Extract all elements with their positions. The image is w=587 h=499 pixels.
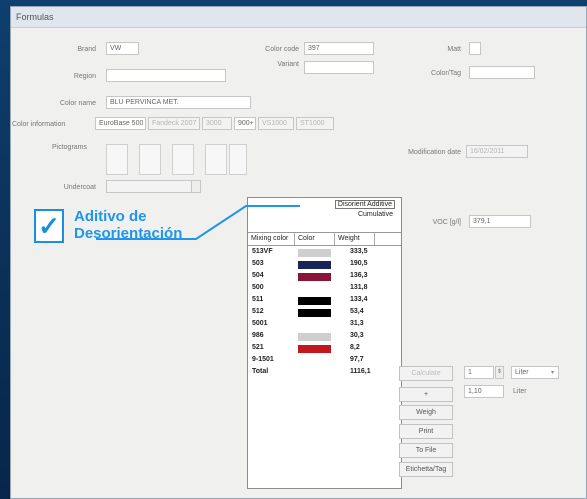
table-row[interactable]: 9-1501 97,7 [248, 356, 401, 366]
weight-value: 53,4 [350, 308, 364, 315]
unit-dropdown-arrow[interactable]: ▾ [551, 369, 554, 376]
result-field: 1,10 [464, 385, 504, 398]
mixing-color-code: 5001 [252, 320, 268, 327]
weight-value: 133,4 [350, 296, 368, 303]
pictogram-slot [229, 144, 247, 175]
color-tag-field[interactable] [469, 66, 535, 79]
mixing-color-code: 521 [252, 344, 264, 351]
matt-label: Matt [447, 46, 461, 53]
total-weight: 1116,1 [350, 368, 371, 375]
weigh-button[interactable]: Weigh [399, 405, 453, 420]
weight-value: 30,3 [350, 332, 364, 339]
mixing-color-code: 500 [252, 284, 264, 291]
weight-value: 136,3 [350, 272, 368, 279]
undercoat-field[interactable] [106, 180, 201, 193]
print-button[interactable]: Print [399, 424, 453, 439]
weight-value: 190,5 [350, 260, 368, 267]
table-row[interactable]: 504 136,3 [248, 272, 401, 282]
color-info-st1000: ST1000 [296, 117, 334, 130]
result-unit-label: Liter [513, 388, 527, 395]
file-tag-button[interactable]: Etichetta/Tag [399, 462, 453, 477]
color-info-fandeck: Fandeck 2007 [148, 117, 200, 130]
weight-value: 131,8 [350, 284, 368, 291]
modification-date-label: Modification date [408, 149, 461, 156]
mixing-color-code: 512 [252, 308, 264, 315]
pictograms-label: Pictograms [52, 144, 88, 151]
pictogram-slot [172, 144, 194, 175]
variant-field[interactable] [304, 61, 374, 74]
pictogram-slot [106, 144, 128, 175]
weight-value: 31,3 [350, 320, 364, 327]
mixing-color-code: 503 [252, 260, 264, 267]
pictogram-slot [139, 144, 161, 175]
weight-value: 97,7 [350, 356, 364, 363]
matt-field[interactable] [469, 42, 481, 55]
mixing-color-code: 9-1501 [252, 356, 274, 363]
color-info-vs1000: VS1000 [258, 117, 294, 130]
mixing-color-code: 504 [252, 272, 264, 279]
color-tag-label: Color/Tag [431, 70, 461, 77]
eco-additive-checkbox[interactable]: Disorient Additive [334, 200, 395, 209]
checkmark-icon: ✓ [34, 209, 64, 243]
variant-label: Variant [277, 61, 299, 68]
table-row[interactable]: 5001 31,3 [248, 320, 401, 330]
color-swatch [298, 321, 331, 329]
color-name-label: Color name [59, 100, 96, 107]
table-row[interactable]: 500 131,8 [248, 284, 401, 294]
table-row[interactable]: 503 190,5 [248, 260, 401, 270]
color-swatch [298, 357, 331, 365]
color-swatch [298, 273, 331, 281]
callout-text: Aditivo de Desorientación [74, 208, 182, 242]
color-code-label: Color code [265, 46, 299, 53]
voc-label: VOC [g/l] [432, 219, 461, 226]
callout-line-1: Aditivo de [74, 208, 147, 225]
modification-date-field[interactable]: 16/02/2011 [466, 145, 528, 158]
color-info-eurobase: EuroBase 500 [95, 117, 146, 130]
color-swatch [298, 333, 331, 341]
table-row[interactable]: 521 8,2 [248, 344, 401, 354]
mixing-color-code: 986 [252, 332, 264, 339]
weight-value: 333,5 [350, 248, 368, 255]
table-row[interactable]: 986 30,3 [248, 332, 401, 342]
total-row: Total 1116,1 [248, 368, 401, 378]
to-file-button[interactable]: To File [399, 443, 453, 458]
total-label: Total [252, 368, 269, 375]
unit-select-value: Liter [515, 369, 529, 376]
color-info-3000: 3000 [202, 117, 232, 130]
undercoat-label: Undercoat [63, 184, 96, 191]
color-swatch [298, 285, 331, 293]
callout-line-2: Desorientación [74, 225, 183, 242]
brand-field[interactable]: VW [106, 42, 139, 55]
color-swatch [298, 261, 331, 269]
region-field[interactable] [106, 69, 226, 82]
cumulative-checkbox[interactable]: Cumulative [355, 211, 395, 218]
table-row[interactable]: 512 53,4 [248, 308, 401, 318]
color-name-field[interactable]: BLU PERVINCA MET. [106, 96, 251, 109]
plus-button[interactable]: + [399, 387, 453, 402]
region-label: Region [73, 73, 96, 80]
callout: ✓ Aditivo de Desorientación [34, 205, 294, 255]
color-code-field[interactable]: 397 [304, 42, 374, 55]
calculate-button[interactable]: Calculate [399, 366, 453, 381]
table-row[interactable]: 511 133,4 [248, 296, 401, 306]
color-info-900: 900+ [234, 117, 256, 130]
weight-value: 8,2 [350, 344, 360, 351]
weight-header[interactable]: Weight [335, 233, 375, 245]
window-title: Formulas [11, 7, 586, 28]
color-swatch [298, 249, 331, 257]
pictogram-slot [205, 144, 227, 175]
quantity-field[interactable]: 1 [464, 366, 494, 379]
color-header[interactable]: Color [295, 233, 335, 245]
color-swatch [298, 309, 331, 317]
quantity-spinner[interactable]: ⇕ [495, 366, 504, 379]
mixing-color-code: 511 [252, 296, 264, 303]
voc-field[interactable]: 379,1 [469, 215, 531, 228]
color-information-label: Color information [12, 121, 66, 128]
color-swatch [298, 345, 331, 353]
brand-label: Brand [77, 46, 96, 53]
color-swatch [298, 297, 331, 305]
undercoat-dropdown-button[interactable] [191, 180, 201, 193]
